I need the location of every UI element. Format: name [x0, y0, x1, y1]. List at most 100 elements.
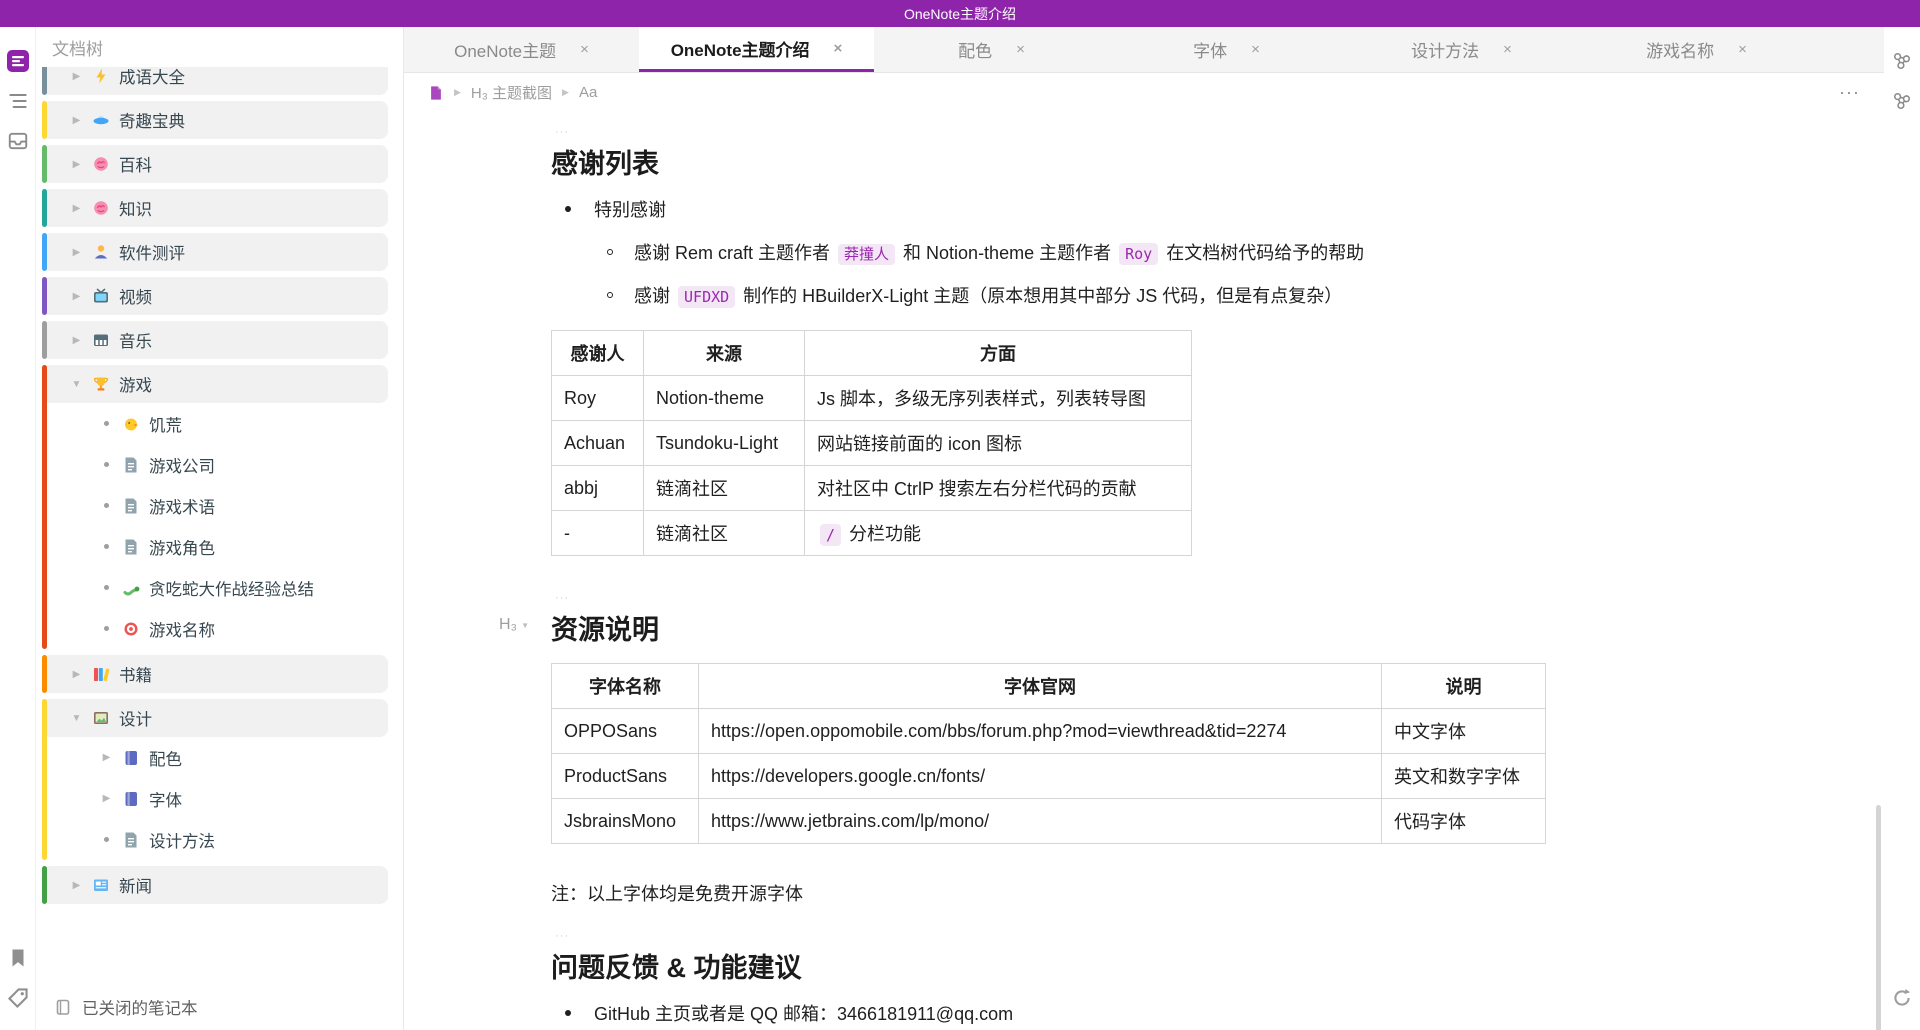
table-cell[interactable]: Tsundoku-Light — [644, 421, 805, 466]
list-item-thanks-remcraft[interactable]: 感谢 Rem craft 主题作者 莽撞人 和 Notion-theme 主题作… — [551, 240, 1571, 267]
table-cell[interactable]: / 分栏功能 — [805, 511, 1192, 556]
bookmark-panel-icon[interactable] — [7, 947, 29, 969]
inbox-panel-icon[interactable] — [7, 130, 29, 152]
tab-onenote-theme-intro[interactable]: OneNote主题介绍 × — [639, 27, 874, 72]
tree-doc-starvation[interactable]: 饥荒 — [42, 403, 388, 444]
tree-doc-design-methods[interactable]: 设计方法 — [42, 819, 388, 860]
tree-doc-fonts[interactable]: ▶ 字体 — [42, 778, 388, 819]
tag-panel-icon[interactable] — [7, 987, 29, 1009]
tab-color-scheme[interactable]: 配色 × — [874, 27, 1109, 72]
heading-thanks-list[interactable]: 感谢列表 — [551, 142, 1571, 181]
chevron-down-icon[interactable]: ▼ — [70, 379, 83, 390]
tab-close-icon[interactable]: × — [1503, 41, 1512, 58]
more-options-icon[interactable]: ··· — [1839, 82, 1860, 103]
table-cell[interactable]: abbj — [552, 466, 644, 511]
notebook-books[interactable]: ▶ 书籍 — [42, 655, 388, 693]
table-cell[interactable]: 代码字体 — [1382, 799, 1546, 844]
document-icon[interactable] — [428, 85, 444, 101]
notebook-news[interactable]: ▶ 新闻 — [42, 866, 388, 904]
heading-feedback[interactable]: 问题反馈 & 功能建议 — [551, 946, 1571, 985]
column-header[interactable]: 字体名称 — [552, 664, 699, 709]
table-cell[interactable]: 对社区中 CtrlP 搜索左右分栏代码的贡献 — [805, 466, 1192, 511]
notebook-design[interactable]: ▼ 设计 ▶ 配色 ▶ 字体 — [42, 699, 388, 860]
table-cell[interactable]: https://www.jetbrains.com/lp/mono/ — [699, 799, 1382, 844]
table-cell[interactable]: 链滴社区 — [644, 511, 805, 556]
chevron-right-icon[interactable]: ▶ — [100, 793, 113, 804]
editor[interactable]: ··· 感谢列表 特别感谢 感谢 Rem craft 主题作者 莽撞人 和 No… — [404, 112, 1884, 1030]
notebook-knowledge[interactable]: ▶ 知识 — [42, 189, 388, 227]
table-cell[interactable]: 中文字体 — [1382, 709, 1546, 754]
chevron-down-icon[interactable]: ▼ — [521, 621, 529, 630]
chevron-right-icon[interactable]: ▶ — [70, 335, 83, 346]
table-cell[interactable]: ProductSans — [552, 754, 699, 799]
drag-handle-icon[interactable]: ··· — [555, 931, 569, 942]
tree-doc-game-names[interactable]: 游戏名称 — [42, 608, 388, 649]
note-paragraph[interactable]: 注：以上字体均是免费开源字体 — [551, 880, 1571, 906]
notebook-fun-facts[interactable]: ▶ 奇趣宝典 — [42, 101, 388, 139]
global-graph-icon[interactable] — [1891, 90, 1913, 112]
tree-doc-game-companies[interactable]: 游戏公司 — [42, 444, 388, 485]
notebook-idioms[interactable]: ▶ 成语大全 — [42, 67, 388, 95]
table-cell[interactable]: OPPOSans — [552, 709, 699, 754]
tab-close-icon[interactable]: × — [580, 41, 589, 58]
tab-close-icon[interactable]: × — [1738, 41, 1747, 58]
notebook-music[interactable]: ▶ 音乐 — [42, 321, 388, 359]
tree-doc-snake-experience[interactable]: 贪吃蛇大作战经验总结 — [42, 567, 388, 608]
column-header[interactable]: 字体官网 — [699, 664, 1382, 709]
table-cell[interactable]: Achuan — [552, 421, 644, 466]
table-cell[interactable]: - — [552, 511, 644, 556]
list-item-special-thanks[interactable]: 特别感谢 — [551, 197, 1571, 224]
block-gutter[interactable]: H₃ ▼ — [499, 616, 529, 634]
chevron-right-icon[interactable]: ▶ — [70, 115, 83, 126]
breadcrumb-text-block[interactable]: Aa — [579, 84, 597, 101]
tab-close-icon[interactable]: × — [834, 40, 843, 57]
drag-handle-icon[interactable]: ··· — [555, 127, 569, 138]
closed-notebooks-button[interactable]: 已关闭的笔记本 — [36, 984, 403, 1030]
chevron-down-icon[interactable]: ▼ — [70, 713, 83, 724]
list-item-github-contact[interactable]: GitHub 主页或者是 QQ 邮箱：3466181911@qq.com — [551, 1001, 1571, 1028]
chevron-right-icon[interactable]: ▶ — [70, 669, 83, 680]
tab-design-methods[interactable]: 设计方法 × — [1344, 27, 1579, 72]
table-cell[interactable]: 链滴社区 — [644, 466, 805, 511]
notebook-software-review[interactable]: ▶ 软件测评 — [42, 233, 388, 271]
heading-resources[interactable]: 资源说明 — [551, 608, 1571, 647]
breadcrumb-heading[interactable]: H₃ 主题截图 — [471, 82, 552, 103]
column-header[interactable]: 说明 — [1382, 664, 1546, 709]
chevron-right-icon[interactable]: ▶ — [70, 71, 83, 82]
app-logo-icon[interactable] — [7, 50, 29, 72]
chevron-right-icon[interactable]: ▶ — [100, 752, 113, 763]
tab-close-icon[interactable]: × — [1016, 41, 1025, 58]
graph-panel-icon[interactable] — [1891, 50, 1913, 72]
chevron-right-icon[interactable]: ▶ — [70, 159, 83, 170]
chevron-right-icon[interactable]: ▶ — [70, 203, 83, 214]
column-header[interactable]: 方面 — [805, 331, 1192, 376]
tab-onenote-theme[interactable]: OneNote主题 × — [404, 27, 639, 72]
tab-close-icon[interactable]: × — [1251, 41, 1260, 58]
editor-scrollbar[interactable] — [1876, 805, 1881, 1030]
chevron-right-icon[interactable]: ▶ — [70, 247, 83, 258]
chevron-right-icon[interactable]: ▶ — [70, 880, 83, 891]
tree-doc-game-characters[interactable]: 游戏角色 — [42, 526, 388, 567]
notebook-encyclopedia[interactable]: ▶ 百科 — [42, 145, 388, 183]
table-cell[interactable]: Notion-theme — [644, 376, 805, 421]
chevron-right-icon[interactable]: ▶ — [70, 291, 83, 302]
table-cell[interactable]: JsbrainsMono — [552, 799, 699, 844]
column-header[interactable]: 感谢人 — [552, 331, 644, 376]
notebook-games[interactable]: ▼ 游戏 饥荒 游戏公司 — [42, 365, 388, 649]
tree-doc-color-scheme[interactable]: ▶ 配色 — [42, 737, 388, 778]
column-header[interactable]: 来源 — [644, 331, 805, 376]
table-cell[interactable]: Roy — [552, 376, 644, 421]
tree-doc-game-terms[interactable]: 游戏术语 — [42, 485, 388, 526]
table-cell[interactable]: Js 脚本，多级无序列表样式，列表转导图 — [805, 376, 1192, 421]
table-cell[interactable]: 网站链接前面的 icon 图标 — [805, 421, 1192, 466]
drag-handle-icon[interactable]: ··· — [555, 593, 569, 604]
outline-panel-icon[interactable] — [7, 90, 29, 112]
table-cell[interactable]: https://developers.google.cn/fonts/ — [699, 754, 1382, 799]
table-cell[interactable]: https://open.oppomobile.com/bbs/forum.ph… — [699, 709, 1382, 754]
tab-fonts[interactable]: 字体 × — [1109, 27, 1344, 72]
sync-refresh-icon[interactable] — [1891, 987, 1913, 1009]
list-item-thanks-ufdxd[interactable]: 感谢 UFDXD 制作的 HBuilderX-Light 主题（原本想用其中部分… — [551, 283, 1571, 310]
notebook-video[interactable]: ▶ 视频 — [42, 277, 388, 315]
table-cell[interactable]: 英文和数字字体 — [1382, 754, 1546, 799]
tab-game-names[interactable]: 游戏名称 × — [1579, 27, 1814, 72]
